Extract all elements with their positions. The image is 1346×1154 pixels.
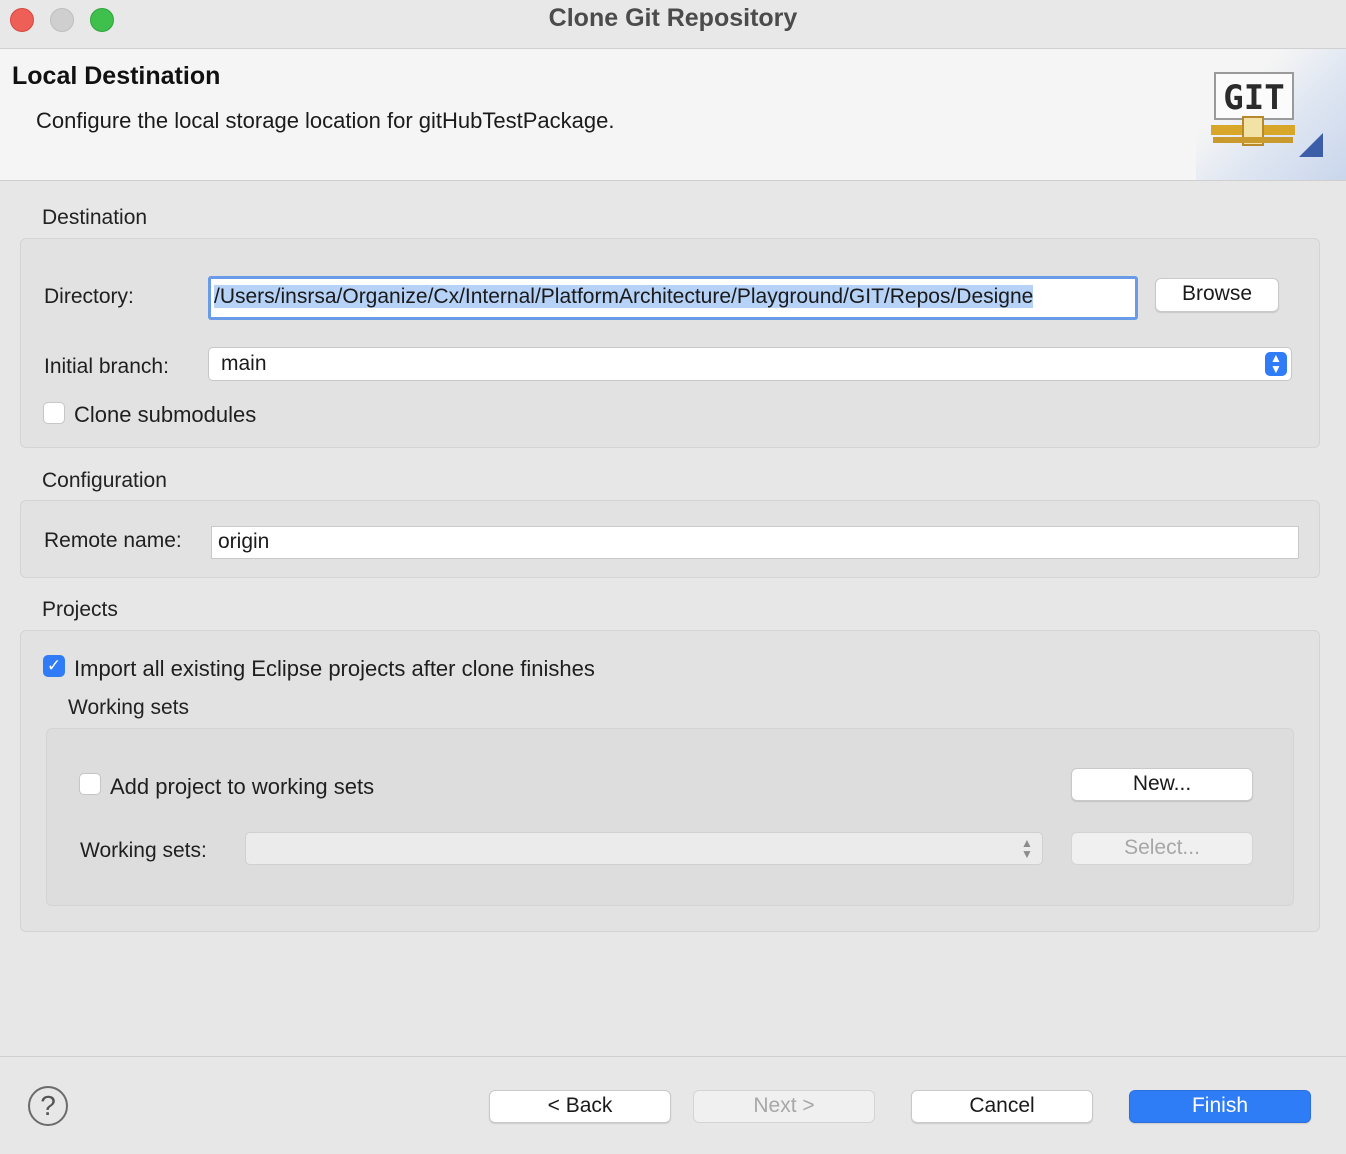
remote-name-input[interactable]: origin bbox=[211, 526, 1299, 559]
destination-section-label: Destination bbox=[42, 206, 148, 229]
remote-name-label: Remote name: bbox=[44, 529, 182, 552]
initial-branch-label: Initial branch: bbox=[44, 355, 169, 378]
working-sets-label: Working sets: bbox=[80, 839, 207, 862]
add-to-working-sets-checkbox[interactable] bbox=[79, 773, 101, 795]
initial-branch-value: main bbox=[221, 352, 267, 375]
help-icon[interactable]: ? bbox=[28, 1086, 68, 1126]
wizard-header: Local Destination Configure the local st… bbox=[0, 49, 1346, 181]
title-bar: Clone Git Repository bbox=[0, 0, 1346, 49]
clone-submodules-label: Clone submodules bbox=[74, 402, 257, 427]
import-projects-label: Import all existing Eclipse projects aft… bbox=[74, 656, 595, 681]
cancel-button[interactable]: Cancel bbox=[911, 1090, 1093, 1123]
git-logo-text: GIT bbox=[1223, 78, 1284, 118]
next-button[interactable]: Next > bbox=[693, 1090, 875, 1123]
working-sets-select[interactable]: ▲ ▼ bbox=[245, 832, 1043, 865]
working-sets-group bbox=[46, 728, 1294, 906]
finish-button[interactable]: Finish bbox=[1129, 1090, 1311, 1123]
chevron-updown-icon: ▲ ▼ bbox=[1021, 836, 1033, 861]
git-logo-icon: GIT bbox=[1211, 72, 1323, 157]
directory-input-value: /Users/insrsa/Organize/Cx/Internal/Platf… bbox=[214, 285, 1034, 308]
import-projects-checkbox[interactable]: ✓ bbox=[43, 655, 65, 677]
browse-button[interactable]: Browse bbox=[1155, 278, 1279, 312]
clone-submodules-checkbox[interactable] bbox=[43, 402, 65, 424]
initial-branch-select[interactable]: main ▲ ▼ bbox=[208, 347, 1292, 381]
select-working-sets-button[interactable]: Select... bbox=[1071, 832, 1253, 865]
page-title: Local Destination bbox=[12, 62, 221, 90]
remote-name-value: origin bbox=[218, 530, 270, 553]
directory-input[interactable]: /Users/insrsa/Organize/Cx/Internal/Platf… bbox=[208, 276, 1138, 320]
new-working-set-button[interactable]: New... bbox=[1071, 768, 1253, 801]
directory-label: Directory: bbox=[44, 285, 134, 308]
configuration-section-label: Configuration bbox=[42, 469, 167, 492]
chevron-updown-icon: ▲ ▼ bbox=[1265, 352, 1287, 376]
projects-section-label: Projects bbox=[42, 598, 118, 621]
add-to-working-sets-label: Add project to working sets bbox=[110, 774, 375, 799]
working-sets-heading: Working sets bbox=[68, 696, 189, 719]
page-description: Configure the local storage location for… bbox=[36, 108, 615, 133]
window-title: Clone Git Repository bbox=[548, 4, 798, 32]
back-button[interactable]: < Back bbox=[489, 1090, 671, 1123]
footer-divider bbox=[0, 1056, 1346, 1057]
